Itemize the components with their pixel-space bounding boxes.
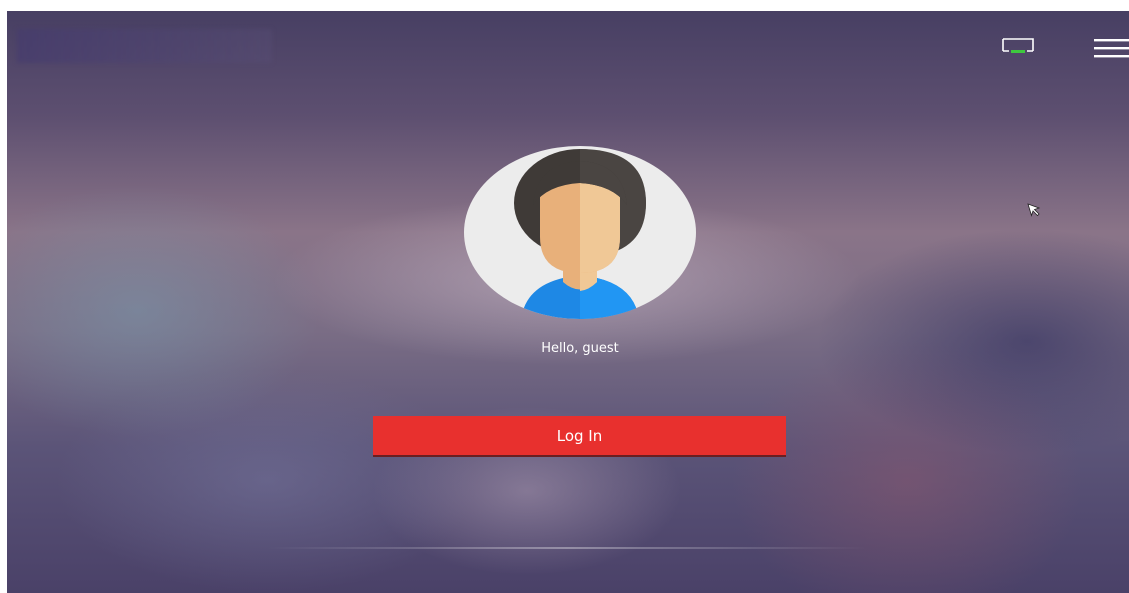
login-screen-background: Hello, guest Log In (7, 11, 1129, 593)
footer-divider (267, 547, 867, 549)
hamburger-menu-icon[interactable] (1094, 38, 1129, 60)
greeting-text: Hello, guest (541, 341, 619, 356)
login-button[interactable]: Log In (373, 416, 786, 457)
monitor-icon[interactable] (1001, 37, 1035, 59)
monitor-status-indicator (1011, 50, 1025, 53)
blurred-header-region (17, 29, 272, 63)
user-avatar-icon (463, 145, 697, 320)
mouse-pointer-icon (1027, 203, 1043, 219)
